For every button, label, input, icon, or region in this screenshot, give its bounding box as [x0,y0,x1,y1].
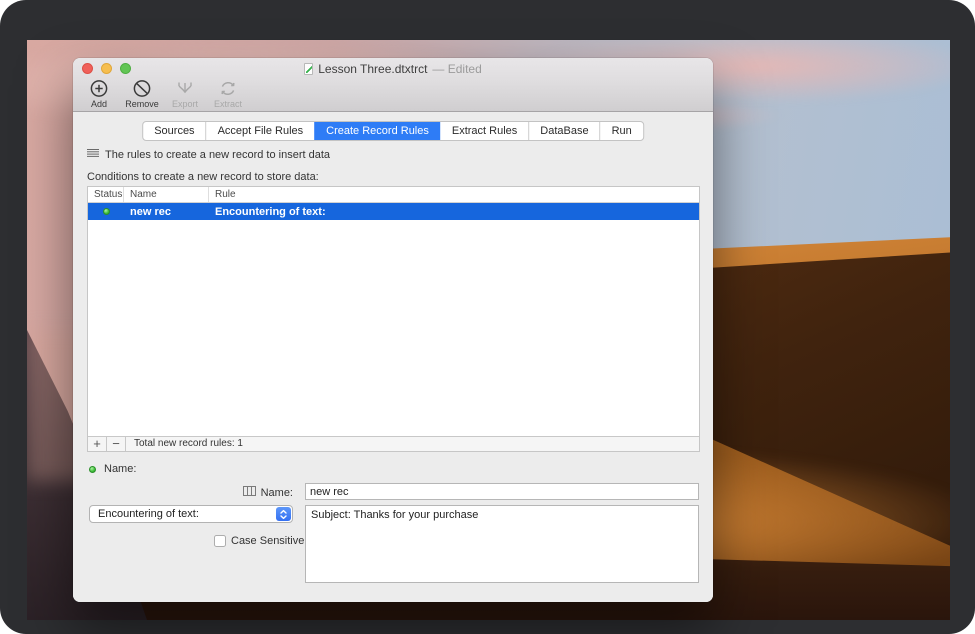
add-icon [88,79,110,99]
window-content: Sources Accept File Rules Create Record … [73,112,713,602]
row-name-cell: new rec [124,206,209,218]
extract-icon [217,79,239,99]
tab-database[interactable]: DataBase [528,122,599,140]
name-label-text: Name: [261,487,293,499]
tab-extract-rules[interactable]: Extract Rules [440,122,528,140]
row-rule-cell: Encountering of text: [209,206,699,218]
remove-rule-button[interactable]: − [107,437,126,451]
name-input[interactable] [305,483,699,500]
remove-button-label: Remove [125,100,159,109]
dropdown-stepper-icon [276,507,291,521]
add-button[interactable]: Add [82,79,116,109]
app-window: Lesson Three.dtxtrct — Edited Add [73,58,713,602]
tab-create-record-rules[interactable]: Create Record Rules [314,122,440,140]
rule-type-value: Encountering of text: [98,508,199,520]
add-button-label: Add [91,100,107,109]
window-title-suffix: — Edited [432,62,481,76]
name-field-label: Name: [73,486,293,499]
pattern-textarea[interactable]: Subject: Thanks for your purchase [305,505,699,583]
window-title-text: Lesson Three.dtxtrct [318,62,427,76]
rules-count-summary: Total new record rules: 1 [126,437,243,451]
row-status-cell [88,208,124,215]
conditions-label: Conditions to create a new record to sto… [87,171,319,183]
device-bezel: Lesson Three.dtxtrct — Edited Add [0,0,975,634]
add-rule-button[interactable]: + [88,437,107,451]
tab-accept-file-rules[interactable]: Accept File Rules [206,122,315,140]
list-icon [87,148,99,161]
table-footer: + − Total new record rules: 1 [88,436,699,451]
export-button-label: Export [172,100,198,109]
case-sensitive-checkbox[interactable] [214,535,226,547]
remove-icon [131,79,153,99]
rules-table: Status Name Rule new rec Encountering of… [87,186,700,452]
detail-section-label: Name: [104,463,136,475]
detail-section-header: Name: [89,463,136,475]
status-dot-icon [103,208,110,215]
remove-button[interactable]: Remove [125,79,159,109]
case-sensitive-label: Case Sensitive [231,535,304,547]
window-header: Lesson Three.dtxtrct — Edited Add [73,58,713,112]
export-icon [174,79,196,99]
column-header-name: Name [124,187,209,202]
description-text: The rules to create a new record to inse… [105,149,330,161]
table-row[interactable]: new rec Encountering of text: [88,203,699,220]
table-empty-area [88,220,699,436]
table-header: Status Name Rule [88,187,699,203]
description-line: The rules to create a new record to inse… [87,148,330,161]
extract-button[interactable]: Extract [211,79,245,109]
status-dot-icon [89,466,96,473]
titlebar[interactable]: Lesson Three.dtxtrct — Edited [73,58,713,79]
export-button[interactable]: Export [168,79,202,109]
toolbar: Add Remove Export [73,79,713,112]
window-title: Lesson Three.dtxtrct — Edited [73,62,713,76]
document-icon [304,63,313,75]
column-header-rule: Rule [209,187,699,202]
tab-run[interactable]: Run [600,122,643,140]
column-header-status: Status [88,187,124,202]
columns-icon [243,486,256,499]
tab-bar: Sources Accept File Rules Create Record … [142,121,644,141]
screenshot-stage: Lesson Three.dtxtrct — Edited Add [0,0,975,634]
tab-sources[interactable]: Sources [143,122,205,140]
extract-button-label: Extract [214,100,242,109]
case-sensitive-row: Case Sensitive [214,535,304,547]
rule-type-dropdown[interactable]: Encountering of text: [89,505,293,523]
